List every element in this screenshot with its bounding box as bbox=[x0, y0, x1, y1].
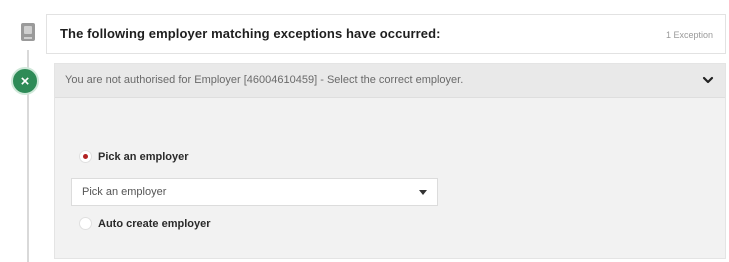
exception-panel-header[interactable]: You are not authorised for Employer [460… bbox=[55, 64, 725, 98]
auto-create-radio[interactable] bbox=[79, 217, 92, 230]
exceptions-header: The following employer matching exceptio… bbox=[46, 14, 726, 54]
employer-select[interactable]: Pick an employer bbox=[71, 178, 438, 206]
pick-employer-option[interactable]: Pick an employer bbox=[79, 150, 189, 163]
pick-employer-label: Pick an employer bbox=[98, 150, 189, 163]
document-icon bbox=[21, 23, 35, 41]
chevron-down-icon[interactable] bbox=[701, 73, 715, 87]
exception-message: You are not authorised for Employer [460… bbox=[65, 74, 464, 86]
auto-create-option[interactable]: Auto create employer bbox=[79, 217, 210, 230]
pick-employer-radio[interactable] bbox=[79, 150, 92, 163]
auto-create-label: Auto create employer bbox=[98, 217, 211, 230]
employer-select-value: Pick an employer bbox=[82, 186, 167, 198]
caret-down-icon bbox=[419, 190, 427, 195]
exceptions-title: The following employer matching exceptio… bbox=[60, 26, 441, 41]
exception-panel: You are not authorised for Employer [460… bbox=[54, 63, 726, 259]
exceptions-view: The following employer matching exceptio… bbox=[0, 0, 729, 262]
exception-count: 1 Exception bbox=[665, 30, 713, 40]
close-icon[interactable]: × bbox=[11, 67, 39, 95]
